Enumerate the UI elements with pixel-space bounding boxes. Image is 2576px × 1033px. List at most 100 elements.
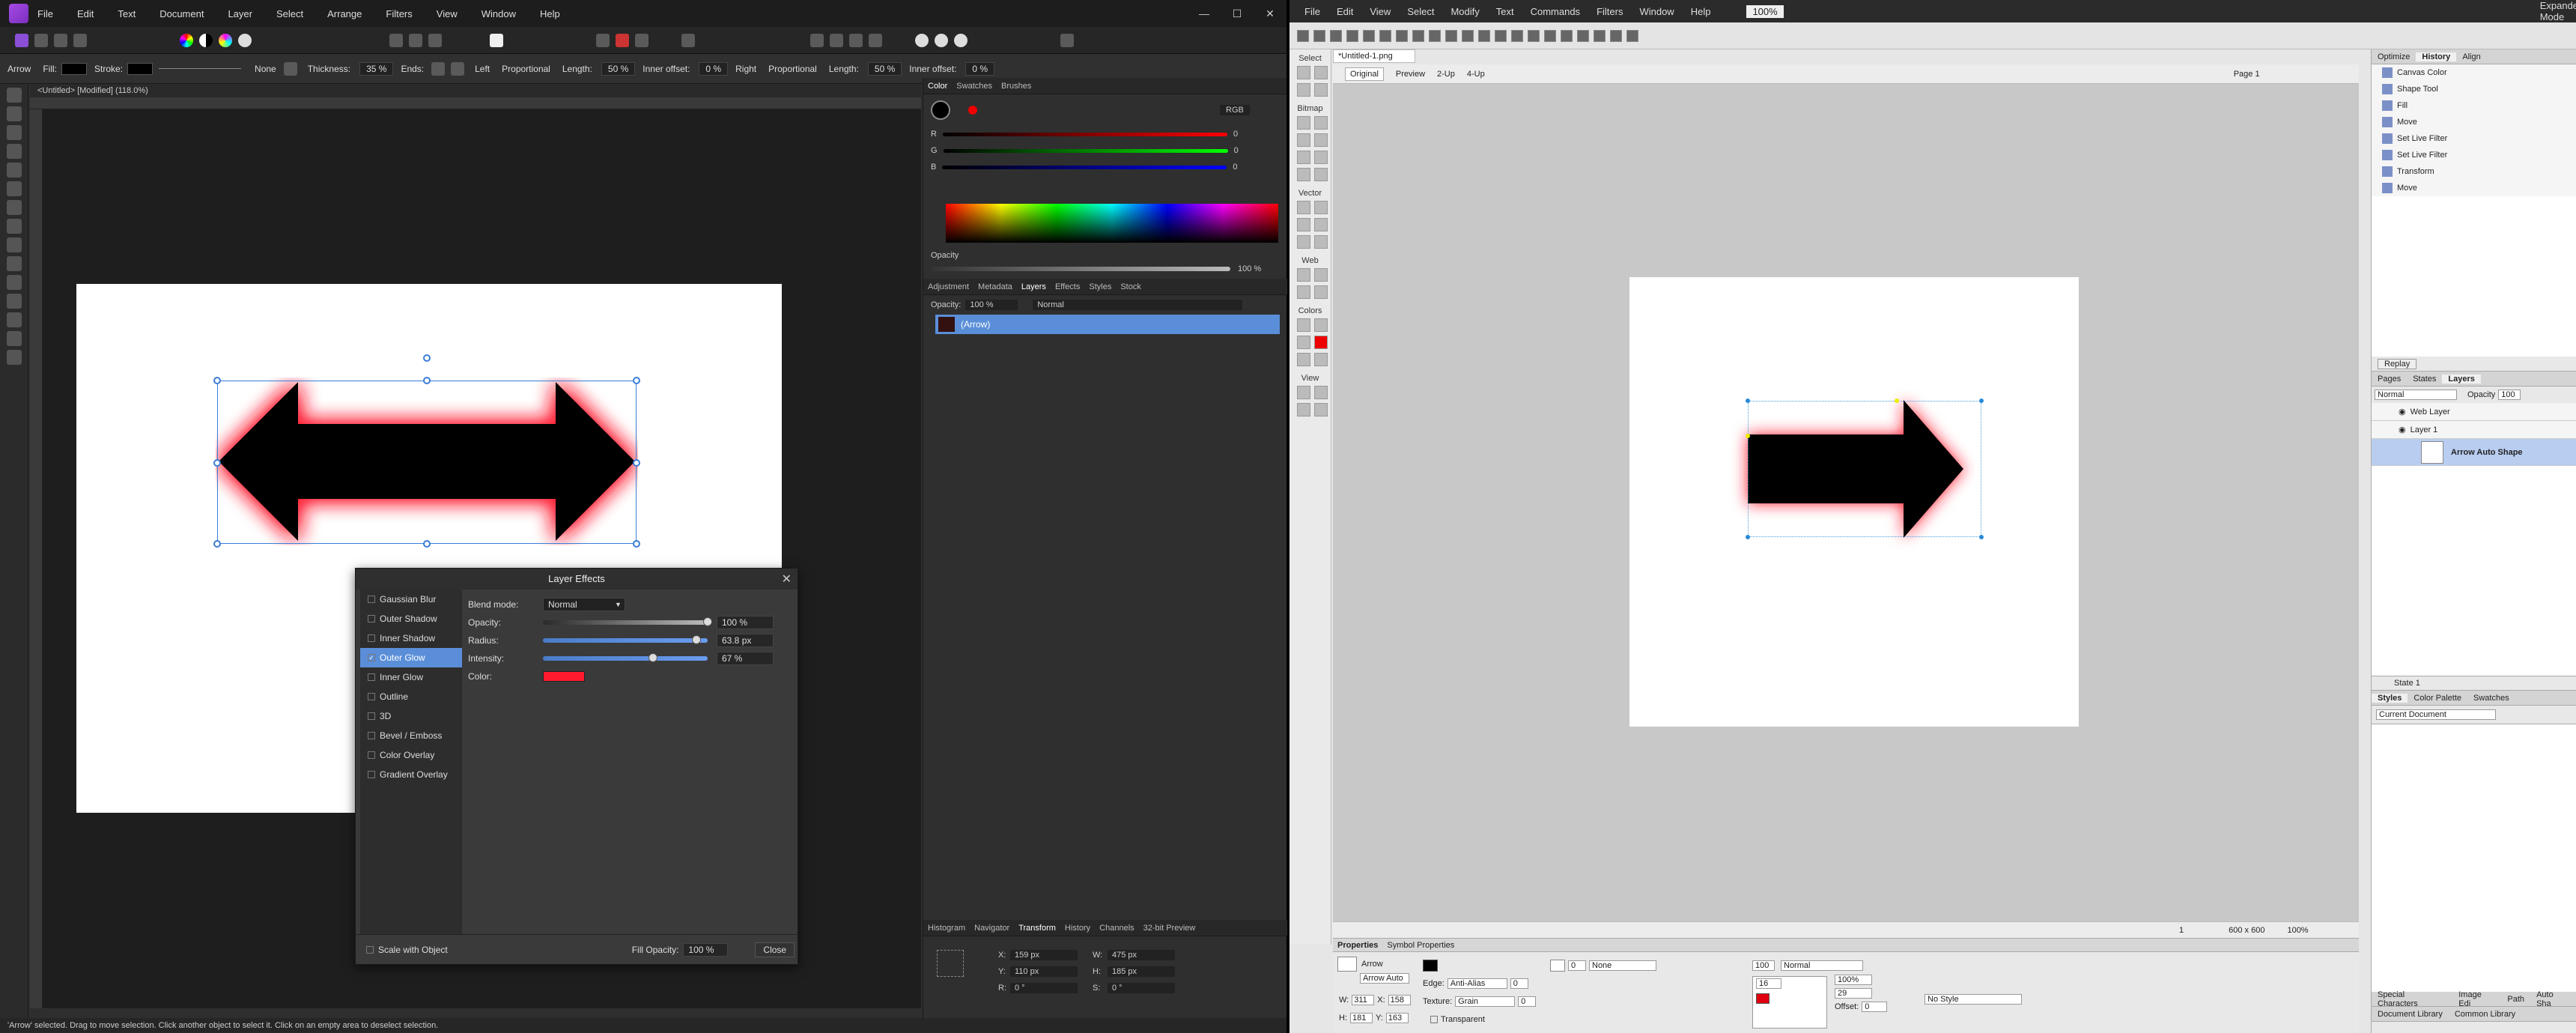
import-icon[interactable] [1346, 29, 1358, 42]
save-icon[interactable] [1330, 29, 1342, 42]
effect-checkbox[interactable] [368, 673, 375, 681]
color-mode-select[interactable]: RGB [1220, 105, 1250, 115]
menu-file[interactable]: File [37, 8, 53, 19]
persona-export-icon[interactable] [54, 33, 67, 47]
arrange-front-icon[interactable] [830, 33, 843, 47]
arrange-back-icon[interactable] [810, 33, 824, 47]
rotate-cw-icon[interactable] [1594, 29, 1606, 42]
tab-swatches[interactable]: Swatches [2467, 694, 2515, 703]
r-value[interactable]: 0 [1233, 130, 1238, 139]
view-tab-original[interactable]: Original [1345, 67, 1384, 81]
boolean-subtract-icon[interactable] [935, 33, 948, 47]
hide-slices-icon[interactable] [1297, 285, 1310, 299]
menu-document[interactable]: Document [160, 8, 204, 19]
eraser-icon[interactable] [1314, 151, 1328, 164]
x-field[interactable]: 158 [1388, 995, 1411, 1005]
persona-pixel-icon[interactable] [34, 33, 48, 47]
full-screen-icon[interactable] [1314, 386, 1328, 399]
fw-menu-edit[interactable]: Edit [1337, 6, 1353, 17]
mask-icon[interactable] [635, 33, 648, 47]
h-field[interactable]: 181 [1350, 1013, 1373, 1023]
opacity-slider[interactable] [543, 617, 712, 626]
export-icon[interactable] [1363, 29, 1375, 42]
layer-row-layer1[interactable]: ◉ Layer 1 [2372, 421, 2576, 439]
crop-tool-icon[interactable] [7, 144, 22, 159]
boolean-add-icon[interactable] [915, 33, 929, 47]
inner-offset-left-field[interactable]: 0 % [699, 61, 729, 76]
effect-item[interactable]: ✓ Outer Glow [360, 648, 462, 667]
effect-checkbox[interactable] [368, 693, 375, 700]
tab-histogram[interactable]: Histogram [928, 924, 965, 933]
maximize-icon[interactable]: ☐ [1221, 0, 1254, 27]
history-item[interactable]: Move [2372, 114, 2576, 130]
menu-edit[interactable]: Edit [77, 8, 94, 19]
effect-item[interactable]: Gaussian Blur [360, 590, 462, 609]
zoom-select[interactable]: 100% [1746, 4, 1784, 18]
glow-color-swatch[interactable] [543, 671, 585, 682]
tab-metadata[interactable]: Metadata [978, 282, 1012, 291]
eye-icon[interactable]: ◉ [2399, 407, 2406, 416]
gear-icon[interactable] [283, 61, 297, 76]
layers-blend-select[interactable]: Normal [2375, 390, 2457, 400]
view-tab-4up[interactable]: 4-Up [1467, 70, 1485, 79]
effect-checkbox[interactable] [368, 615, 375, 622]
intensity-field[interactable]: 67 % [717, 652, 774, 665]
join-icon[interactable] [1511, 29, 1523, 42]
handle-bl[interactable] [213, 540, 221, 548]
stroke-style-select[interactable]: None [1589, 960, 1656, 971]
rotate-handle[interactable] [423, 354, 431, 362]
eyedropper-icon[interactable] [1297, 318, 1310, 332]
fill-tool-icon[interactable] [7, 219, 22, 234]
history-item[interactable]: Set Live Filter [2372, 130, 2576, 147]
layer-row-arrow[interactable]: Arrow Auto Shape [2372, 439, 2576, 466]
w-field[interactable]: 475 px [1108, 950, 1175, 960]
tab-navigator[interactable]: Navigator [974, 924, 1009, 933]
snap-icon[interactable] [389, 33, 403, 47]
menu-help[interactable]: Help [540, 8, 560, 19]
fw-menu-help[interactable]: Help [1691, 6, 1711, 17]
stamp-icon[interactable] [1314, 168, 1328, 181]
tab-effects[interactable]: Effects [1055, 282, 1080, 291]
rotate-icon[interactable] [869, 33, 882, 47]
menu-layer[interactable]: Layer [228, 8, 252, 19]
rotate-ccw-icon[interactable] [1577, 29, 1589, 42]
fw-control-point-left[interactable] [1746, 434, 1750, 438]
paste-icon[interactable] [1462, 29, 1474, 42]
tab-history[interactable]: History [2416, 52, 2457, 61]
fill-swatch[interactable] [1423, 960, 1438, 972]
tab-special-characters[interactable]: Special Characters [2372, 990, 2452, 1008]
menu-arrange[interactable]: Arrange [327, 8, 362, 19]
tab-adjustment[interactable]: Adjustment [928, 282, 969, 291]
user-icon[interactable] [1060, 33, 1074, 47]
new-icon[interactable] [1297, 29, 1309, 42]
tab-swatches[interactable]: Swatches [956, 82, 992, 91]
fw-handle-br[interactable] [1979, 535, 1984, 539]
effect-item[interactable]: Outer Shadow [360, 609, 462, 628]
hsl-icon[interactable] [219, 33, 232, 47]
fw-menu-window[interactable]: Window [1639, 6, 1674, 17]
arrow-end-right-icon[interactable] [451, 61, 465, 76]
style-select[interactable]: No Style [1925, 994, 2022, 1005]
hand-tool-icon[interactable] [1297, 403, 1310, 416]
menu-text[interactable]: Text [118, 8, 136, 19]
shape-tool-icon[interactable] [7, 200, 22, 215]
handle-bm[interactable] [423, 540, 431, 548]
pencil-icon[interactable] [1297, 151, 1310, 164]
stroke-color-icon[interactable] [1297, 336, 1310, 349]
stroke-swatch[interactable] [1550, 960, 1565, 972]
handle-mr[interactable] [633, 459, 640, 467]
angle-field[interactable]: 29 [1835, 988, 1872, 999]
magic-wand-icon[interactable] [1297, 133, 1310, 147]
handle-br[interactable] [633, 540, 640, 548]
opacity-field[interactable]: 100 % [717, 616, 774, 629]
opacity-field[interactable]: 100 [1752, 960, 1775, 971]
opacity-slider-thumb[interactable] [703, 617, 712, 626]
secondary-color-icon[interactable] [968, 106, 977, 115]
tab-32bit-preview[interactable]: 32-bit Preview [1143, 924, 1196, 933]
menu-view[interactable]: View [437, 8, 458, 19]
marquee-icon[interactable] [1297, 116, 1310, 130]
g-value[interactable]: 0 [1234, 146, 1239, 155]
fw-menu-select[interactable]: Select [1407, 6, 1434, 17]
effect-checkbox[interactable] [368, 712, 375, 720]
open-icon[interactable] [1313, 29, 1325, 42]
